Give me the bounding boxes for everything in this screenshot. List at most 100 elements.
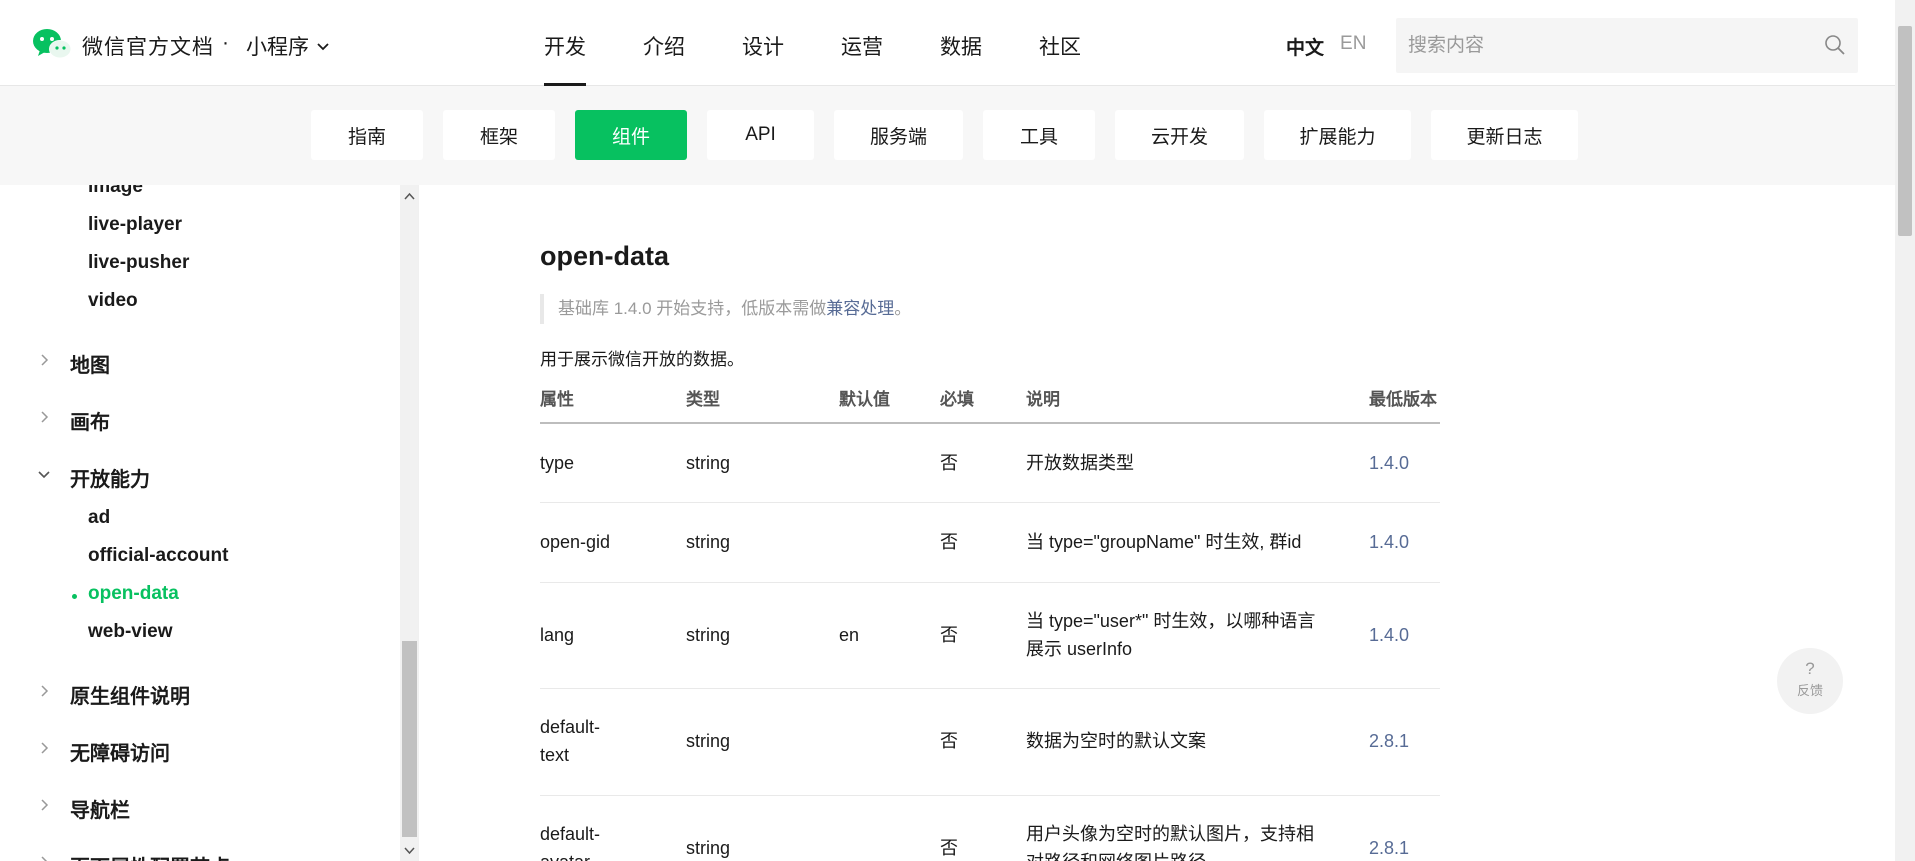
feedback-button[interactable]: ? 反馈 — [1777, 648, 1843, 714]
lang-en[interactable]: EN — [1340, 33, 1366, 60]
tab-components[interactable]: 组件 — [575, 110, 687, 160]
cell-desc: 当 type="groupName" 时生效, 群id — [1026, 532, 1302, 552]
product-label: 小程序 — [246, 36, 309, 59]
cell-attr: open-gid — [540, 532, 611, 552]
search-icon[interactable] — [1824, 34, 1846, 56]
note-suffix: 。 — [894, 299, 912, 318]
cell-type: string — [686, 731, 731, 751]
sidebar-group-navbar[interactable]: 导航栏 — [70, 794, 130, 823]
tab-server[interactable]: 服务端 — [834, 110, 963, 160]
cell-min-version: 2.8.1 — [1369, 838, 1410, 858]
page-title: open-data — [540, 241, 670, 271]
tab-tools[interactable]: 工具 — [983, 110, 1095, 160]
product-dropdown[interactable]: 小程序 — [246, 31, 331, 61]
tab-framework[interactable]: 框架 — [443, 110, 555, 160]
search-box — [1396, 18, 1858, 73]
sidebar-scrollbar[interactable] — [400, 185, 418, 861]
cell-type: string — [686, 532, 731, 552]
main-content: open-data 基础库 1.4.0 开始支持，低版本需做兼容处理。 用于展示… — [420, 185, 1895, 861]
cell-min-version: 1.4.0 — [1369, 625, 1410, 645]
cell-desc: 用户头像为空时的默认图片，支持相对路径和网络图片路径 — [1026, 824, 1314, 861]
compat-link[interactable]: 兼容处理 — [826, 299, 894, 318]
chevron-right-icon[interactable] — [37, 353, 51, 367]
sub-nav: 指南 框架 组件 API 服务端 工具 云开发 扩展能力 更新日志 — [0, 86, 1895, 185]
cell-min-version: 1.4.0 — [1369, 532, 1410, 552]
table-row: default-text string 否 数据为空时的默认文案 2.8.1 — [540, 689, 1440, 796]
tab-changelog[interactable]: 更新日志 — [1431, 110, 1578, 160]
chevron-down-icon[interactable] — [37, 467, 51, 481]
sidebar-item-video[interactable]: video — [88, 290, 138, 312]
chevron-right-icon[interactable] — [37, 855, 51, 861]
sidebar-group-accessibility[interactable]: 无障碍访问 — [70, 737, 170, 766]
wechat-logo-icon[interactable] — [32, 28, 72, 60]
help-icon: ? — [1805, 659, 1815, 678]
cell-desc: 数据为空时的默认文案 — [1026, 731, 1206, 751]
col-header-required: 必填 — [940, 390, 974, 409]
cell-desc: 开放数据类型 — [1026, 453, 1134, 473]
col-header-min-version: 最低版本 — [1369, 390, 1437, 409]
sidebar-item-live-pusher[interactable]: live-pusher — [88, 252, 189, 274]
language-switch: 中文 EN — [1286, 33, 1366, 60]
cell-attr: default-avatar — [540, 824, 601, 861]
tab-guide[interactable]: 指南 — [311, 110, 423, 160]
nav-community[interactable]: 社区 — [1039, 0, 1081, 86]
sidebar-group-open-ability[interactable]: 开放能力 — [70, 463, 150, 492]
sidebar-group-native-components[interactable]: 原生组件说明 — [70, 680, 190, 709]
cell-attr: default-text — [540, 717, 601, 765]
brand-separator: · — [222, 31, 229, 54]
col-header-type: 类型 — [686, 390, 720, 409]
sidebar-item-open-data[interactable]: open-data — [88, 583, 179, 605]
chevron-right-icon[interactable] — [37, 798, 51, 812]
cell-desc: 当 type="user*" 时生效，以哪种语言展示 userInfo — [1026, 611, 1316, 659]
nav-develop[interactable]: 开发 — [544, 0, 586, 86]
sidebar-item-official-account[interactable]: official-account — [88, 545, 228, 567]
nav-data[interactable]: 数据 — [940, 0, 982, 86]
sidebar-scroll-thumb[interactable] — [402, 641, 417, 837]
main-nav: 开发 介绍 设计 运营 数据 社区 — [544, 0, 1138, 86]
feedback-label: 反馈 — [1796, 683, 1823, 698]
scroll-up-icon[interactable] — [404, 191, 415, 202]
chevron-right-icon[interactable] — [37, 684, 51, 698]
sidebar-group-map[interactable]: 地图 — [70, 349, 110, 378]
sidebar-group-canvas[interactable]: 画布 — [70, 406, 110, 435]
cell-attr: type — [540, 453, 575, 473]
cell-min-version: 1.4.0 — [1369, 453, 1410, 473]
sidebar: image live-player live-pusher video 地图 画… — [0, 185, 419, 861]
nav-operations[interactable]: 运营 — [841, 0, 883, 86]
note-prefix: 基础库 1.4.0 开始支持，低版本需做 — [558, 299, 827, 318]
tab-cloud[interactable]: 云开发 — [1115, 110, 1244, 160]
window-scrollbar[interactable] — [1895, 0, 1915, 861]
table-row: default-avatar string 否 用户头像为空时的默认图片，支持相… — [540, 796, 1440, 861]
tab-extensions[interactable]: 扩展能力 — [1264, 110, 1411, 160]
brand-title[interactable]: 微信官方文档 — [82, 31, 214, 61]
col-header-attr: 属性 — [540, 390, 574, 409]
table-row: type string 否 开放数据类型 1.4.0 — [540, 424, 1440, 503]
cell-type: string — [686, 625, 731, 645]
col-header-desc: 说明 — [1026, 390, 1060, 409]
cell-required: 否 — [940, 731, 958, 751]
cell-default: en — [839, 625, 860, 645]
tab-api[interactable]: API — [707, 110, 814, 160]
nav-intro[interactable]: 介绍 — [643, 0, 685, 86]
sidebar-group-page-meta[interactable]: 页面属性配置节点 — [70, 851, 230, 861]
cell-required: 否 — [940, 532, 958, 552]
cell-required: 否 — [940, 838, 958, 858]
lang-zh[interactable]: 中文 — [1286, 33, 1324, 60]
sidebar-item-live-player[interactable]: live-player — [88, 214, 182, 236]
cell-attr: lang — [540, 625, 575, 645]
chevron-right-icon[interactable] — [37, 741, 51, 755]
cell-min-version: 2.8.1 — [1369, 731, 1410, 751]
nav-design[interactable]: 设计 — [742, 0, 784, 86]
chevron-right-icon[interactable] — [37, 410, 51, 424]
table-row: open-gid string 否 当 type="groupName" 时生效… — [540, 503, 1440, 583]
sidebar-item-web-view[interactable]: web-view — [88, 621, 172, 643]
scroll-down-icon[interactable] — [404, 845, 415, 856]
search-input[interactable] — [1408, 18, 1808, 73]
cell-required: 否 — [940, 453, 958, 473]
table-row: lang string en 否 当 type="user*" 时生效，以哪种语… — [540, 583, 1440, 689]
sidebar-item-image[interactable]: image — [88, 185, 143, 198]
window-scroll-thumb[interactable] — [1898, 26, 1912, 236]
sidebar-item-ad[interactable]: ad — [88, 507, 110, 529]
cell-required: 否 — [940, 625, 958, 645]
component-description: 用于展示微信开放的数据。 — [540, 350, 744, 369]
